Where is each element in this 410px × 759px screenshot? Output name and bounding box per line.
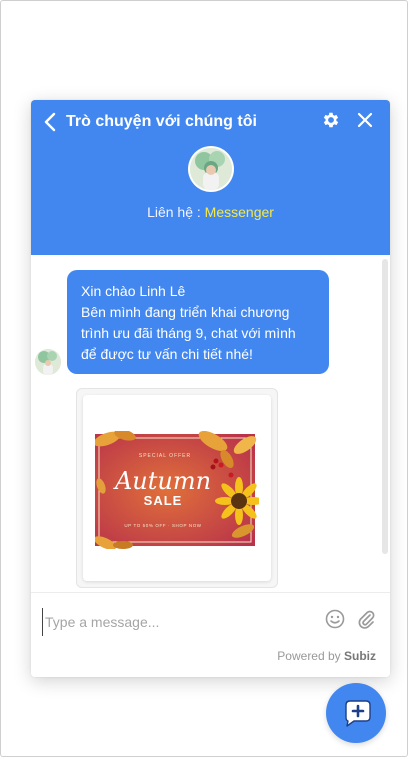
back-arrow-icon[interactable] [43,112,59,132]
message-line: để được tư vấn chi tiết nhé! [81,346,253,362]
message-line: Xin chào Linh Lê [81,283,186,299]
message-line: Bên mình đang triển khai chương [81,304,290,320]
chat-widget: Trò chuyện với chúng tôi Liên hệ : Messe… [31,100,390,677]
chat-plus-icon [345,700,371,727]
chat-title: Trò chuyện với chúng tôi [66,113,257,130]
paperclip-icon[interactable] [357,609,375,629]
chat-launcher-button[interactable] [326,683,386,743]
promo-sale-text: SALE [144,493,183,508]
powered-by-label: Powered by [277,649,344,663]
powered-by: Powered by Subiz [31,649,376,663]
contact-label: Liên hệ : [147,204,205,220]
scrollbar[interactable] [382,259,388,554]
message-line: trình ưu đãi tháng 9, chat với mình [81,325,296,341]
promo-script-text: Autumn [113,467,211,495]
smile-icon[interactable] [325,609,345,629]
message-input[interactable] [42,608,317,636]
chat-header: Trò chuyện với chúng tôi Liên hệ : Messe… [31,100,390,255]
agent-avatar [188,146,234,192]
close-icon[interactable] [357,112,373,128]
image-attachment-card[interactable]: SPECIAL OFFER Autumn SALE UP TO 50% OFF … [76,388,278,588]
composer: Powered by Subiz [31,592,390,677]
autumn-sale-image[interactable]: SPECIAL OFFER Autumn SALE UP TO 50% OFF … [95,431,259,549]
message-list: Xin chào Linh Lê Bên mình đang triển kha… [31,255,390,592]
image-attachment-frame: SPECIAL OFFER Autumn SALE UP TO 50% OFF … [83,395,271,581]
message-bubble: Xin chào Linh Lê Bên mình đang triển kha… [67,270,329,374]
messenger-link[interactable]: Messenger [205,204,274,220]
brand-link[interactable]: Subiz [344,649,376,663]
contact-line: Liên hệ : Messenger [31,204,390,220]
promo-top-text: SPECIAL OFFER [139,453,191,459]
message-avatar [35,349,61,375]
gear-icon[interactable] [321,110,341,130]
promo-bottom-text: UP TO 50% OFF · SHOP NOW [124,523,201,528]
